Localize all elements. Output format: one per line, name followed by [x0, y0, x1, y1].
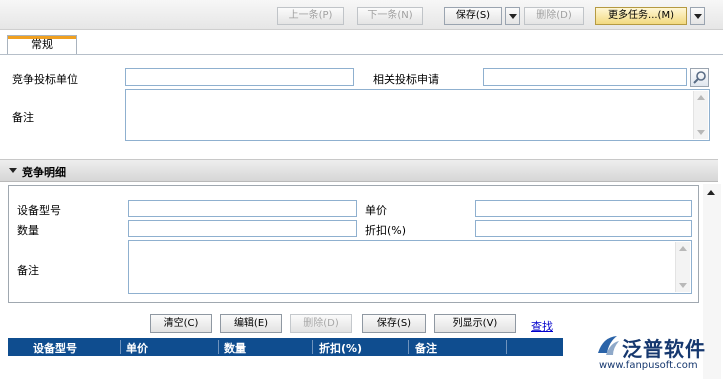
- more-tasks-button[interactable]: 更多任务...(M): [595, 7, 687, 25]
- discount-label: 折扣(%): [365, 224, 407, 237]
- delete-button[interactable]: 删除(D): [524, 7, 584, 25]
- grid-col-price[interactable]: 单价: [126, 340, 148, 356]
- clear-button[interactable]: 清空(C): [150, 314, 212, 333]
- grid-col-separator: [218, 340, 219, 354]
- detail-save-button[interactable]: 保存(S): [362, 314, 426, 333]
- logo-name: 泛普软件: [622, 337, 706, 361]
- model-input[interactable]: [128, 200, 357, 217]
- more-tasks-dropdown-icon[interactable]: [690, 7, 705, 25]
- grid-col-separator: [120, 340, 121, 354]
- detail-remark-label: 备注: [17, 264, 39, 277]
- grid-col-remark[interactable]: 备注: [415, 340, 437, 356]
- detail-panel: 设备型号 单价 数量 折扣(%) 备注: [8, 185, 699, 303]
- bidder-label: 竞争投标单位: [12, 73, 78, 86]
- save-dropdown-icon[interactable]: [505, 7, 520, 25]
- model-label: 设备型号: [17, 204, 61, 217]
- remark-scrollbar[interactable]: [693, 91, 708, 139]
- related-bid-input[interactable]: [483, 68, 687, 86]
- logo-mark-icon: [598, 336, 619, 355]
- save-button[interactable]: 保存(S): [444, 7, 502, 25]
- grid-col-separator: [506, 340, 507, 354]
- find-link[interactable]: 查找: [531, 318, 553, 334]
- column-display-button[interactable]: 列显示(V): [434, 314, 516, 333]
- grid-header: 设备型号 单价 数量 折扣(%) 备注: [8, 338, 563, 356]
- grid-col-separator: [312, 340, 313, 354]
- scroll-up-icon[interactable]: [707, 190, 715, 195]
- detail-section-title: 竞争明细: [22, 166, 66, 179]
- grid-col-separator: [408, 340, 409, 354]
- detail-section-header[interactable]: 竞争明细: [0, 159, 718, 182]
- collapse-arrow-icon[interactable]: [9, 168, 17, 173]
- detail-remark-scrollbar[interactable]: [675, 242, 690, 292]
- quantity-input[interactable]: [128, 220, 357, 237]
- top-toolbar: 上一条(P) 下一条(N) 保存(S) 删除(D) 更多任务...(M): [0, 0, 723, 30]
- search-icon[interactable]: [690, 68, 709, 87]
- next-record-button[interactable]: 下一条(N): [357, 7, 423, 25]
- tab-divider: [0, 54, 723, 55]
- price-input[interactable]: [475, 200, 692, 217]
- detail-remark-textarea[interactable]: [128, 240, 692, 294]
- edit-button[interactable]: 编辑(E): [220, 314, 282, 333]
- detail-delete-button[interactable]: 删除(D): [290, 314, 352, 333]
- prev-record-button[interactable]: 上一条(P): [277, 7, 344, 25]
- discount-input[interactable]: [475, 220, 692, 237]
- quantity-label: 数量: [17, 224, 39, 237]
- grid-col-discount[interactable]: 折扣(%): [319, 340, 362, 356]
- related-bid-label: 相关投标申请: [373, 73, 439, 86]
- remark-label: 备注: [12, 111, 34, 124]
- tab-general[interactable]: 常规: [7, 35, 77, 55]
- logo-url: www.fanpusoft.com: [599, 360, 698, 371]
- bidder-input[interactable]: [125, 68, 354, 86]
- fanpu-logo: 泛普软件 www.fanpusoft.com: [595, 330, 720, 378]
- grid-col-model[interactable]: 设备型号: [33, 340, 77, 356]
- grid-col-quantity[interactable]: 数量: [224, 340, 246, 356]
- remark-textarea[interactable]: [125, 89, 710, 141]
- price-label: 单价: [365, 204, 387, 217]
